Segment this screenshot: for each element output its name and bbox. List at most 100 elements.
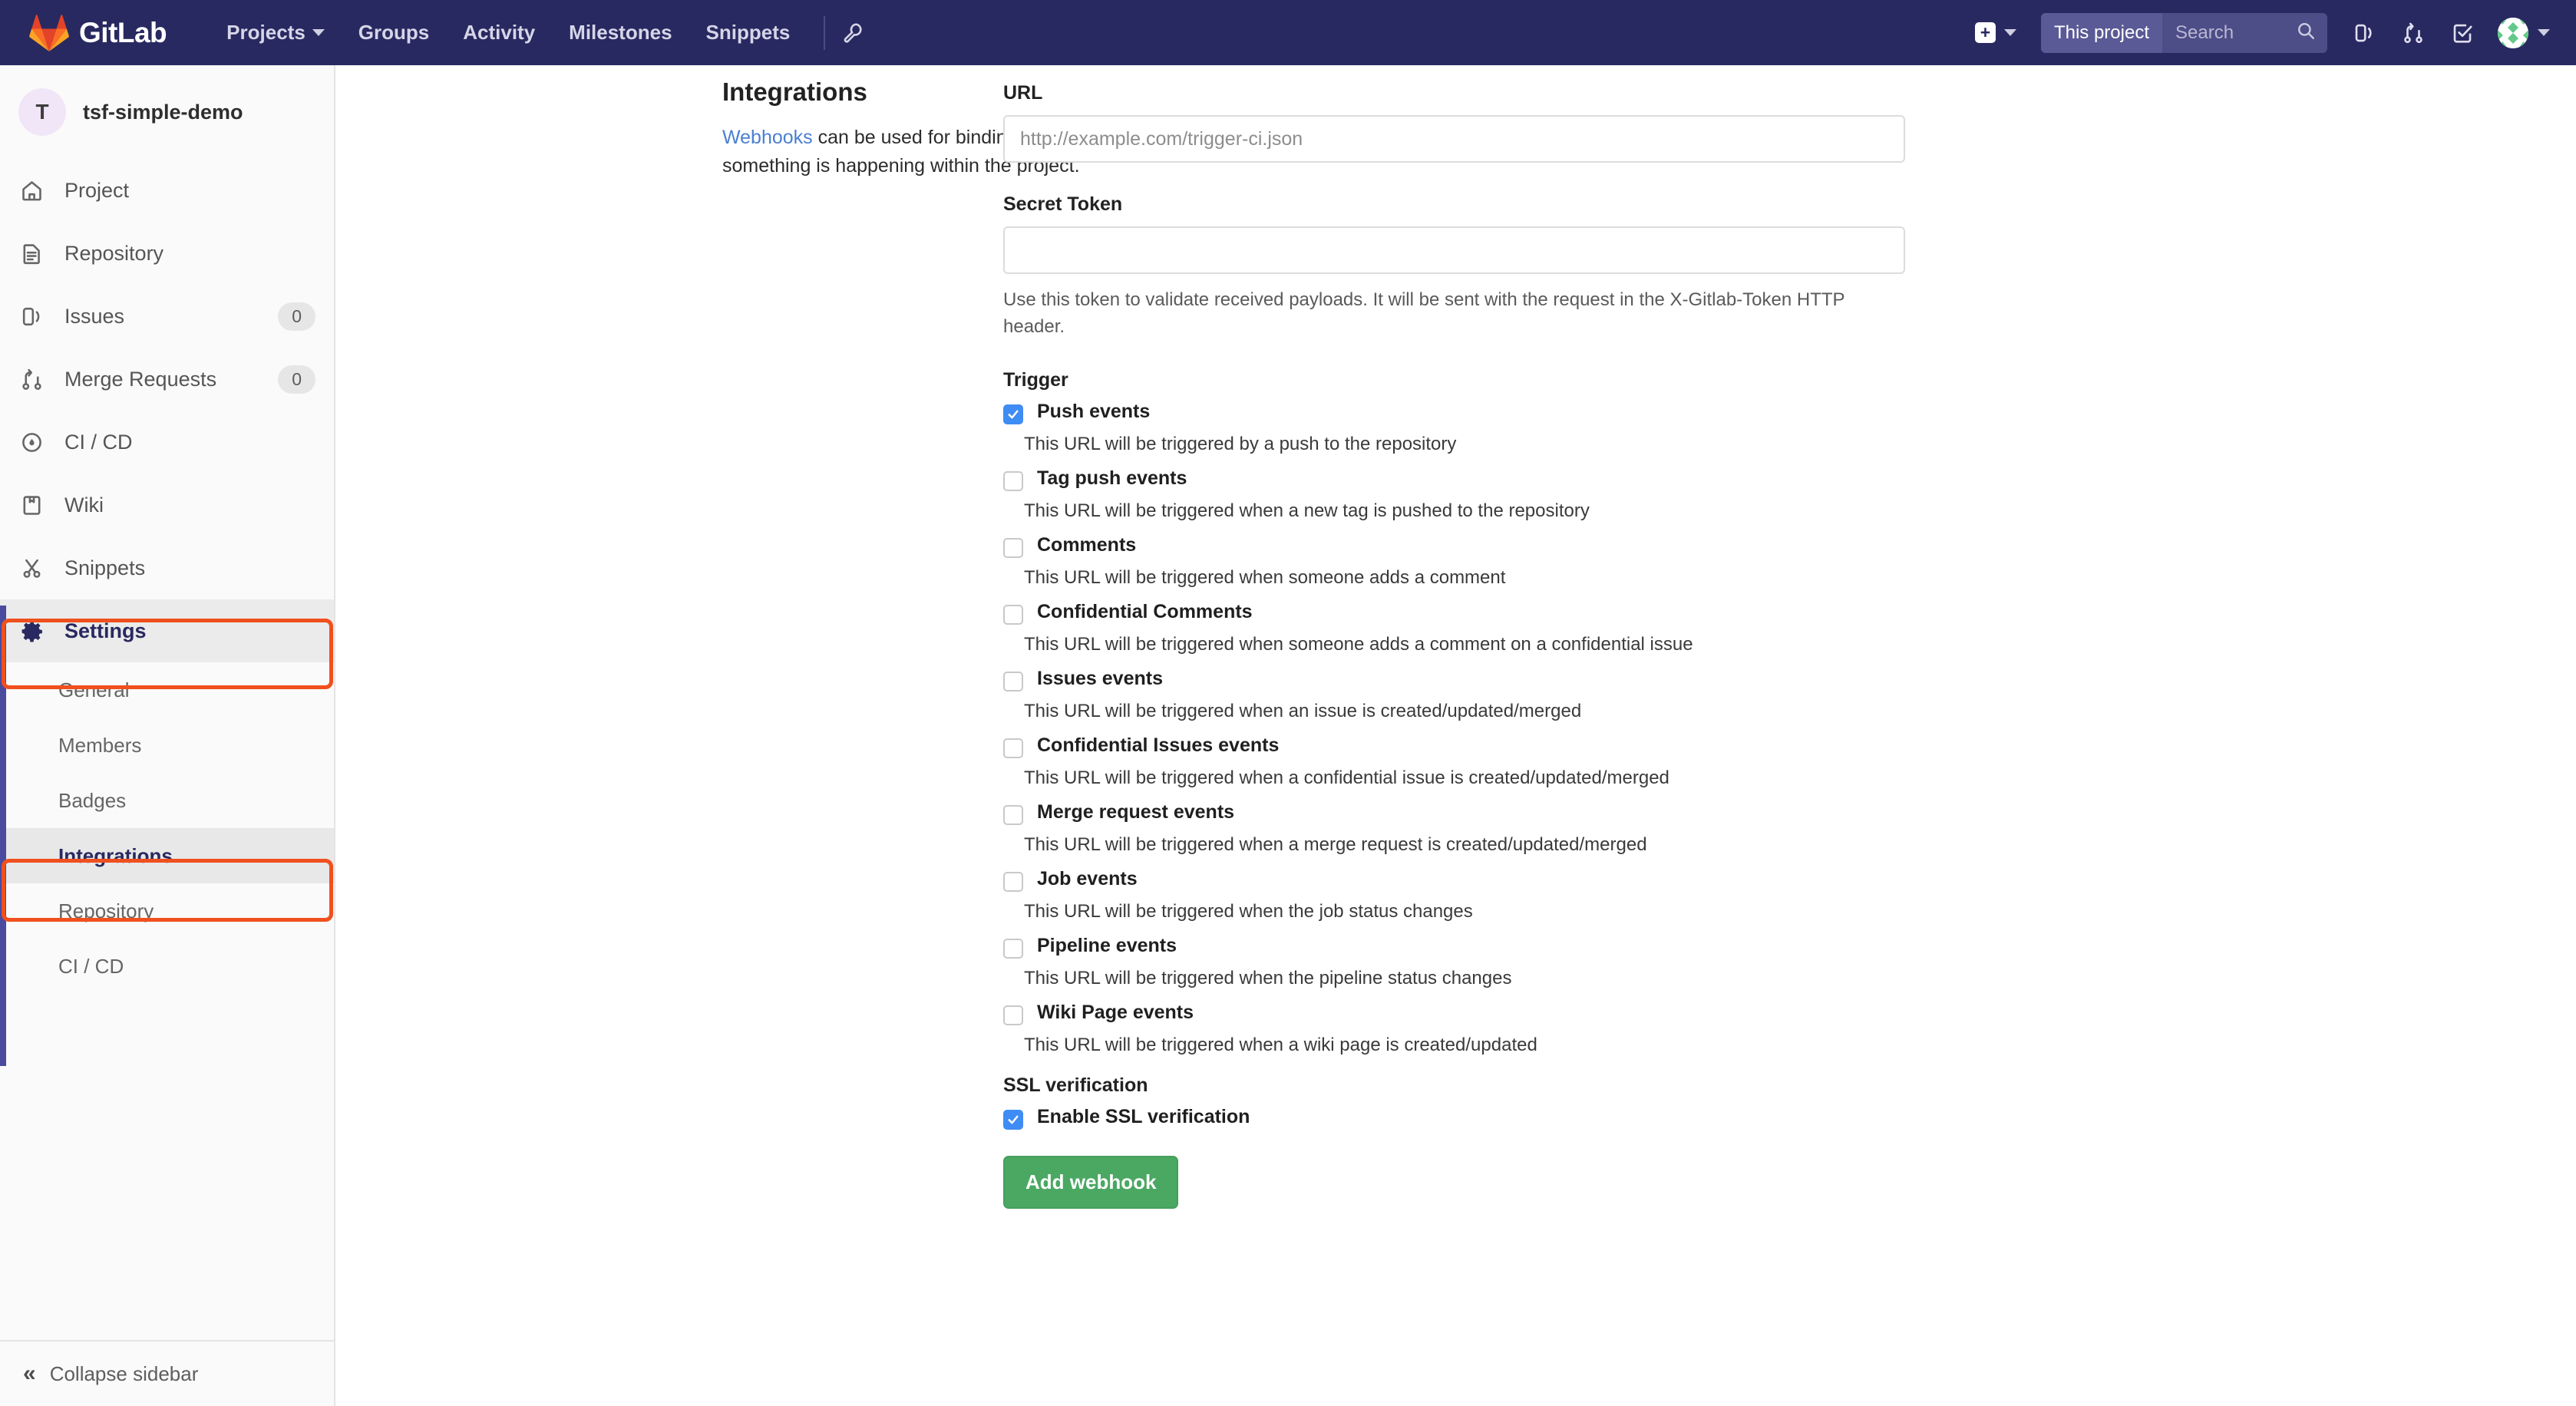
checkbox-confidential-comments[interactable] xyxy=(1003,605,1023,625)
trigger-tag-push-events-label: Tag push events xyxy=(1037,467,1187,490)
nav-snippets[interactable]: Snippets xyxy=(689,21,807,45)
checkbox-job-events[interactable] xyxy=(1003,872,1023,892)
sidebar-subitem-general[interactable]: General xyxy=(0,662,334,718)
sidebar-item-merge-requests-label: Merge Requests xyxy=(64,368,278,391)
rocket-icon xyxy=(20,431,55,454)
sidebar-item-settings[interactable]: Settings xyxy=(0,599,334,662)
sidebar-item-merge-requests[interactable]: Merge Requests 0 xyxy=(0,348,334,411)
trigger-confidential-issues-events-row[interactable]: Confidential Issues events xyxy=(1003,734,1970,758)
trigger-merge-request-events-label: Merge request events xyxy=(1037,801,1234,823)
nav-groups[interactable]: Groups xyxy=(342,21,446,45)
nav-milestones[interactable]: Milestones xyxy=(552,21,689,45)
webhook-form: URL Secret Token Use this token to valid… xyxy=(1003,82,1970,1209)
nav-activity[interactable]: Activity xyxy=(446,21,552,45)
trigger-pipeline-events-row[interactable]: Pipeline events xyxy=(1003,935,1970,959)
search-group: This project Search xyxy=(2041,13,2327,53)
new-item-dropdown[interactable]: + xyxy=(1963,22,2029,43)
nav-projects[interactable]: Projects xyxy=(210,21,342,45)
trigger-job-events-row[interactable]: Job events xyxy=(1003,868,1970,892)
trigger-issues-events-row[interactable]: Issues events xyxy=(1003,668,1970,691)
webhooks-link[interactable]: Webhooks xyxy=(722,127,813,148)
merge-requests-icon[interactable] xyxy=(2389,21,2438,45)
secret-token-help: Use this token to validate received payl… xyxy=(1003,286,1909,340)
sidebar-item-settings-label: Settings xyxy=(64,619,315,643)
trigger-wiki-page-events-row[interactable]: Wiki Page events xyxy=(1003,1002,1970,1025)
top-nav-right: + This project Search xyxy=(1963,0,2550,65)
nav-projects-label: Projects xyxy=(226,21,305,45)
checkbox-enable-ssl-verification[interactable] xyxy=(1003,1110,1023,1130)
trigger-tag-push-events-row[interactable]: Tag push events xyxy=(1003,467,1970,491)
document-icon xyxy=(20,242,55,266)
checkbox-merge-request-events[interactable] xyxy=(1003,805,1023,825)
trigger-issues-events-label: Issues events xyxy=(1037,668,1163,690)
checkbox-wiki-page-events[interactable] xyxy=(1003,1005,1023,1025)
sidebar-item-wiki-label: Wiki xyxy=(64,493,315,517)
sidebar-item-project[interactable]: Project xyxy=(0,159,334,222)
checkbox-tag-push-events[interactable] xyxy=(1003,471,1023,491)
gear-icon xyxy=(20,619,55,643)
trigger-comments-desc: This URL will be triggered when someone … xyxy=(1024,567,1970,589)
nav-divider xyxy=(824,16,825,50)
secret-token-label: Secret Token xyxy=(1003,193,1970,216)
trigger-comments-label: Comments xyxy=(1037,534,1136,556)
sidebar-subitem-ci-cd[interactable]: CI / CD xyxy=(0,939,334,994)
project-sidebar: T tsf-simple-demo Project Repository Iss… xyxy=(0,65,335,1406)
wrench-icon[interactable] xyxy=(842,21,865,45)
main-content: Integrations Webhooks can be used for bi… xyxy=(335,65,2576,1406)
sidebar-item-snippets[interactable]: Snippets xyxy=(0,536,334,599)
checkbox-confidential-issues-events[interactable] xyxy=(1003,738,1023,758)
sidebar-subitem-members[interactable]: Members xyxy=(0,718,334,773)
ssl-verification-label: Enable SSL verification xyxy=(1037,1106,1250,1128)
trigger-confidential-issues-events-label: Confidential Issues events xyxy=(1037,734,1279,757)
secret-token-input[interactable] xyxy=(1003,226,1905,274)
trigger-comments-row[interactable]: Comments xyxy=(1003,534,1970,558)
project-avatar: T xyxy=(18,88,66,136)
trigger-push-events-row[interactable]: Push events xyxy=(1003,401,1970,424)
url-input[interactable] xyxy=(1003,115,1905,163)
sidebar-item-repository[interactable]: Repository xyxy=(0,222,334,285)
merge-requests-icon xyxy=(20,368,55,391)
sidebar-subitem-integrations[interactable]: Integrations xyxy=(0,828,334,883)
chevron-down-icon xyxy=(312,29,325,36)
sidebar-active-accent-bar xyxy=(0,606,6,1066)
sidebar-item-issues-label: Issues xyxy=(64,305,278,328)
home-icon xyxy=(20,179,55,203)
url-label: URL xyxy=(1003,82,1970,104)
trigger-group-label: Trigger xyxy=(1003,369,1970,391)
top-nav-links: Projects Groups Activity Milestones Snip… xyxy=(210,16,865,50)
gitlab-wordmark: GitLab xyxy=(79,17,167,49)
checkbox-pipeline-events[interactable] xyxy=(1003,939,1023,959)
sidebar-item-issues[interactable]: Issues 0 xyxy=(0,285,334,348)
checkbox-issues-events[interactable] xyxy=(1003,672,1023,691)
trigger-confidential-comments-desc: This URL will be triggered when someone … xyxy=(1024,634,1970,655)
project-header[interactable]: T tsf-simple-demo xyxy=(0,65,334,159)
search-scope-selector[interactable]: This project xyxy=(2041,13,2162,53)
gitlab-logo-link[interactable]: GitLab xyxy=(29,14,167,52)
user-avatar[interactable] xyxy=(2498,18,2528,48)
sidebar-item-wiki[interactable]: Wiki xyxy=(0,474,334,536)
collapse-sidebar-button[interactable]: « Collapse sidebar xyxy=(0,1340,334,1406)
sidebar-subitem-repository[interactable]: Repository xyxy=(0,883,334,939)
trigger-confidential-comments-row[interactable]: Confidential Comments xyxy=(1003,601,1970,625)
trigger-job-events-desc: This URL will be triggered when the job … xyxy=(1024,901,1970,922)
sidebar-subitem-badges[interactable]: Badges xyxy=(0,773,334,828)
issues-count-badge: 0 xyxy=(278,302,315,331)
sidebar-item-snippets-label: Snippets xyxy=(64,556,315,580)
sidebar-item-project-label: Project xyxy=(64,179,315,203)
sidebar-item-ci-cd[interactable]: CI / CD xyxy=(0,411,334,474)
chevron-double-left-icon: « xyxy=(23,1361,36,1387)
chevron-down-icon[interactable] xyxy=(2538,29,2550,36)
checkbox-comments[interactable] xyxy=(1003,538,1023,558)
add-webhook-button[interactable]: Add webhook xyxy=(1003,1156,1178,1209)
ssl-group-label: SSL verification xyxy=(1003,1074,1970,1097)
trigger-job-events-label: Job events xyxy=(1037,868,1138,890)
ssl-verification-row[interactable]: Enable SSL verification xyxy=(1003,1106,1970,1130)
trigger-wiki-page-events-label: Wiki Page events xyxy=(1037,1002,1194,1024)
trigger-pipeline-events-desc: This URL will be triggered when the pipe… xyxy=(1024,968,1970,989)
search-input[interactable]: Search xyxy=(2162,13,2327,53)
issues-icon xyxy=(20,305,55,328)
trigger-merge-request-events-row[interactable]: Merge request events xyxy=(1003,801,1970,825)
checkbox-push-events[interactable] xyxy=(1003,404,1023,424)
issues-icon[interactable] xyxy=(2340,21,2389,45)
todos-icon[interactable] xyxy=(2438,21,2487,45)
